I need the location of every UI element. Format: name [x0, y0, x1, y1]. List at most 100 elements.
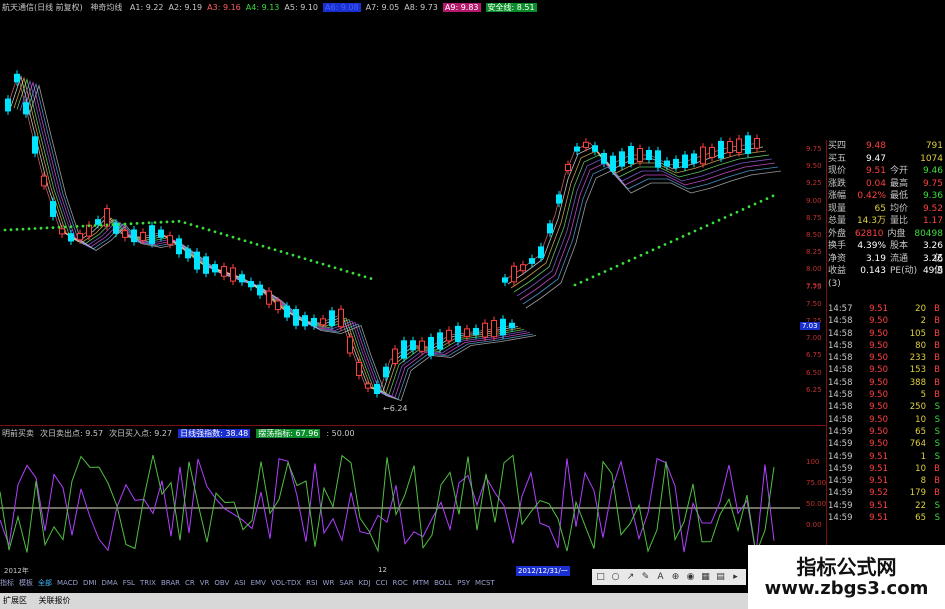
- trade-p: 9.50: [869, 340, 888, 351]
- indicator-tab[interactable]: BRAR: [161, 579, 180, 587]
- ma-line: [522, 166, 779, 305]
- trade-t: 14:58: [828, 353, 853, 364]
- indicator-tab[interactable]: ASI: [234, 579, 245, 587]
- candle-body: [565, 164, 571, 171]
- indicator-tab[interactable]: EMV: [251, 579, 266, 587]
- quote-v: 3.19: [865, 253, 886, 264]
- safety-line-dot: [357, 273, 361, 277]
- stock-title[interactable]: 航天通信(日线 前复权): [2, 3, 83, 12]
- candle-body: [520, 264, 526, 272]
- main-candlestick-chart[interactable]: ←6.24: [0, 15, 800, 425]
- watermark-url: www.zbgs3.com: [764, 578, 929, 599]
- safety-line-dot: [51, 226, 55, 230]
- ma-legend-item: A9: 9.83: [442, 3, 481, 12]
- quote-v: 4.39%: [857, 241, 886, 251]
- candle-body: [709, 146, 715, 158]
- trade-row: 14:59 9.52 179 B: [828, 487, 945, 499]
- candle-body: [158, 229, 164, 238]
- safety-line-dot: [597, 272, 601, 276]
- quote-v: 14.3万: [856, 216, 886, 226]
- oscillator-legend-item: 次日卖出点: 9.57: [40, 429, 104, 438]
- candle-body: [212, 264, 218, 273]
- price-axis-label: 9.75: [806, 145, 822, 153]
- trade-p: 9.50: [869, 328, 888, 339]
- safety-line-dot: [723, 216, 727, 219]
- indicator-tab[interactable]: OBV: [214, 579, 229, 587]
- indicator-tab[interactable]: BOLL: [434, 579, 452, 587]
- low-price-annotation: ←6.24: [383, 404, 408, 413]
- trade-v: 80: [915, 340, 926, 351]
- indicator-tab[interactable]: CR: [185, 579, 195, 587]
- indicator-tab[interactable]: WR: [323, 579, 335, 587]
- trade-p: 9.50: [869, 390, 888, 401]
- safety-line-dot: [177, 219, 181, 223]
- safety-line-dot: [135, 222, 139, 225]
- safety-line-dot: [171, 220, 175, 224]
- trade-p: 9.51: [869, 513, 888, 524]
- candle-body: [275, 300, 281, 311]
- oscillator-legend-item: 日线强指数: 38.48: [178, 429, 251, 438]
- quote-v2: 9.52: [922, 203, 943, 214]
- trade-s: B: [934, 316, 940, 327]
- indicator-tab[interactable]: DMI: [83, 579, 97, 587]
- quote-v: 9.48: [865, 141, 886, 151]
- candle-body: [619, 151, 625, 167]
- trade-row: 14:59 9.51 65 S: [828, 512, 945, 524]
- safety-line-dot: [735, 210, 739, 214]
- trade-v: 250: [909, 402, 926, 413]
- safety-line-dot: [147, 221, 151, 225]
- ma-legend-item: 安全线: 8.51: [485, 3, 537, 12]
- indicator-tab[interactable]: FSL: [123, 579, 135, 587]
- chart-header: 航天通信(日线 前复权) 神奇均线 A1: 9.22 A2: 9.19 A3: 9.…: [2, 2, 547, 14]
- indicator-tab[interactable]: 指标: [0, 579, 14, 587]
- indicator-tab[interactable]: RSI: [306, 579, 317, 587]
- trade-s: B: [934, 390, 940, 401]
- safety-line-dot: [747, 205, 751, 209]
- indicator-tab[interactable]: TRIX: [140, 579, 156, 587]
- indicator-tab[interactable]: VOL-TDX: [271, 579, 301, 587]
- trade-v: 233: [909, 353, 926, 364]
- related-quote-button[interactable]: 关联报价: [39, 596, 71, 605]
- safety-line-dot: [75, 225, 79, 228]
- indicator-tab[interactable]: SAR: [339, 579, 353, 587]
- quote-row: 换手 4.39% 股本 3.26亿: [828, 240, 945, 264]
- trade-s: S: [934, 426, 940, 437]
- quote-k: 换手: [828, 241, 847, 251]
- safety-line-dot: [609, 267, 613, 271]
- safety-line-dot: [303, 257, 307, 261]
- indicator-tab[interactable]: CCI: [376, 579, 388, 587]
- indicator-tab[interactable]: 全部: [38, 579, 52, 587]
- candle-body: [664, 160, 670, 167]
- quote-v2: 9.75: [922, 178, 943, 189]
- candle-body: [511, 265, 517, 283]
- trade-v: 22: [915, 500, 926, 511]
- quote-k: 净资: [828, 253, 847, 264]
- indicator-tab[interactable]: DMA: [101, 579, 117, 587]
- candle-body: [167, 235, 173, 245]
- quote-v2: 791: [925, 141, 943, 151]
- safety-line-dot: [141, 221, 145, 225]
- safety-line-dot: [573, 283, 577, 287]
- quote-row: 现价 9.51 今开 9.46: [828, 165, 945, 178]
- candle-body: [14, 73, 20, 83]
- indicator-name[interactable]: 神奇均线: [90, 3, 122, 12]
- indicator-tab[interactable]: 模板: [19, 579, 33, 587]
- indicator-tab[interactable]: PSY: [457, 579, 470, 587]
- ma-legend-item: A2: 9.19: [168, 3, 203, 12]
- watermark-logo: 指标公式网 www.zbgs3.com: [748, 545, 945, 609]
- ma-legend-item: A3: 9.16: [207, 3, 241, 12]
- indicator-tab[interactable]: MTM: [413, 579, 429, 587]
- indicator-tab[interactable]: VR: [200, 579, 210, 587]
- trade-v: 153: [909, 365, 926, 376]
- quote-v: 0.04: [865, 178, 886, 189]
- safety-line-dot: [675, 237, 679, 241]
- indicator-tab[interactable]: MACD: [57, 579, 78, 587]
- safety-line-dot: [693, 229, 697, 233]
- indicator-tab[interactable]: KDJ: [359, 579, 371, 587]
- indicator-tab[interactable]: ROC: [392, 579, 407, 587]
- quote-row: 买五 9.47 1074: [828, 153, 945, 166]
- expand-area-button[interactable]: 扩展区: [3, 596, 27, 605]
- safety-line-dot: [69, 225, 73, 229]
- oscillator-chart[interactable]: [0, 440, 800, 563]
- indicator-tab[interactable]: MCST: [475, 579, 495, 587]
